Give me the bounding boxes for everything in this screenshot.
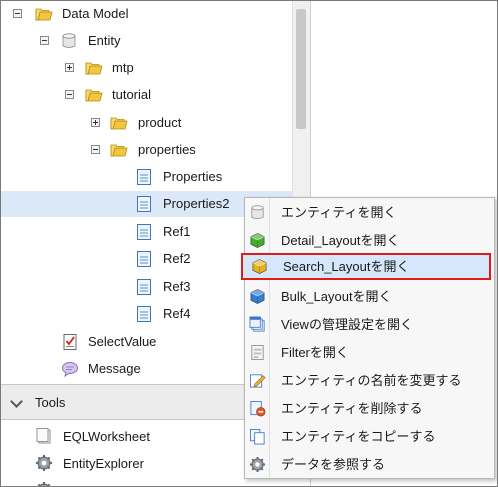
menu-item-open-bulk-layout[interactable]: Bulk_Layoutを開く: [245, 283, 494, 310]
tree-item-label: product: [138, 115, 182, 130]
collapse-icon[interactable]: [91, 145, 100, 154]
menu-item-label: Detail_Layoutを開く: [281, 233, 400, 248]
menu-item-open-view-settings[interactable]: Viewの管理設定を開く: [245, 311, 494, 338]
collapse-icon[interactable]: [13, 9, 22, 18]
menu-item-open-entity[interactable]: エンティティを開く: [245, 199, 494, 226]
tools-panel-title: Tools: [35, 395, 66, 410]
entity-document-icon: [135, 223, 153, 241]
menu-item-label: Bulk_Layoutを開く: [281, 289, 392, 304]
gear-icon: [35, 454, 53, 472]
tree-item-label: Properties2: [163, 196, 230, 211]
menu-item-label: エンティティを開く: [281, 205, 397, 220]
expand-icon[interactable]: [91, 118, 100, 127]
tree-item-label: Ref4: [163, 306, 191, 321]
menu-item-label: エンティティの名前を変更する: [281, 373, 462, 388]
copy-icon: [249, 428, 265, 445]
tree-item-label: SelectValue: [88, 334, 157, 349]
menu-item-open-search-layout[interactable]: Search_Layoutを開く: [241, 253, 491, 280]
tree-item-label: mtp: [112, 60, 134, 75]
tree-item-label: Data Model: [62, 6, 129, 21]
menu-item-label: Viewの管理設定を開く: [281, 317, 413, 332]
entity-document-icon: [135, 250, 153, 268]
entity-cylinder-icon: [249, 204, 266, 221]
folder-icon: [110, 141, 128, 159]
menu-item-label: データを参照する: [281, 457, 386, 472]
blue-cube-icon: [249, 288, 266, 305]
tree-item-label: tutorial: [112, 87, 152, 102]
menu-item-label: エンティティをコピーする: [281, 429, 436, 444]
yellow-cube-icon: [251, 258, 268, 275]
menu-item-label: エンティティを削除する: [281, 401, 423, 416]
context-menu: エンティティを開く Detail_Layoutを開く Search_Layout…: [241, 197, 495, 479]
tree-item-label: Ref2: [163, 251, 191, 266]
collapse-icon[interactable]: [65, 90, 74, 99]
delete-icon: [250, 400, 266, 417]
menu-item-delete-entity[interactable]: エンティティを削除する: [245, 395, 494, 422]
tool-item-label: EntityExplorer: [63, 456, 144, 471]
menu-item-browse-data[interactable]: データを参照する: [245, 451, 494, 478]
scrollbar-thumb[interactable]: [296, 9, 306, 129]
expand-icon[interactable]: [65, 63, 74, 72]
tree-item-label: properties: [138, 142, 196, 157]
menu-item-open-filter[interactable]: Filterを開く: [245, 339, 494, 366]
menu-item-label: Filterを開く: [281, 345, 349, 360]
menu-item-open-detail-layout[interactable]: Detail_Layoutを開く: [245, 227, 494, 254]
menu-item-label: Search_Layoutを開く: [283, 259, 410, 274]
folder-icon: [85, 59, 103, 77]
filter-icon: [251, 344, 264, 361]
menu-item-copy-entity[interactable]: エンティティをコピーする: [245, 423, 494, 450]
collapse-icon[interactable]: [40, 36, 49, 45]
entity-document-icon: [135, 305, 153, 323]
checklist-icon: [63, 334, 77, 350]
tree-item-label: Ref3: [163, 279, 191, 294]
folder-icon: [35, 5, 53, 23]
data-gear-icon: [249, 456, 266, 473]
entity-document-icon: [135, 278, 153, 296]
entity-document-icon: [135, 168, 153, 186]
chevron-down-icon: [10, 395, 23, 408]
speech-bubble-icon: [62, 362, 78, 378]
folder-icon: [110, 114, 128, 132]
tree-item-label: Message: [88, 361, 141, 376]
gear-icon: [35, 481, 53, 487]
folder-icon: [85, 86, 103, 104]
rename-pencil-icon: [249, 374, 266, 388]
app-window: Data Model Entity mtp tutorial product p…: [0, 0, 498, 487]
worksheet-icon: [36, 428, 51, 444]
view-settings-icon: [249, 316, 265, 332]
entity-cylinder-icon: [60, 32, 78, 50]
green-cube-icon: [249, 232, 266, 249]
tree-item-label: Entity: [88, 33, 121, 48]
tool-item-label: EQLWorksheet: [63, 429, 150, 444]
tree-item-label: Ref1: [163, 224, 191, 239]
tree-item-label: Properties: [163, 169, 223, 184]
menu-item-rename-entity[interactable]: エンティティの名前を変更する: [245, 367, 494, 394]
entity-document-icon: [135, 195, 153, 213]
